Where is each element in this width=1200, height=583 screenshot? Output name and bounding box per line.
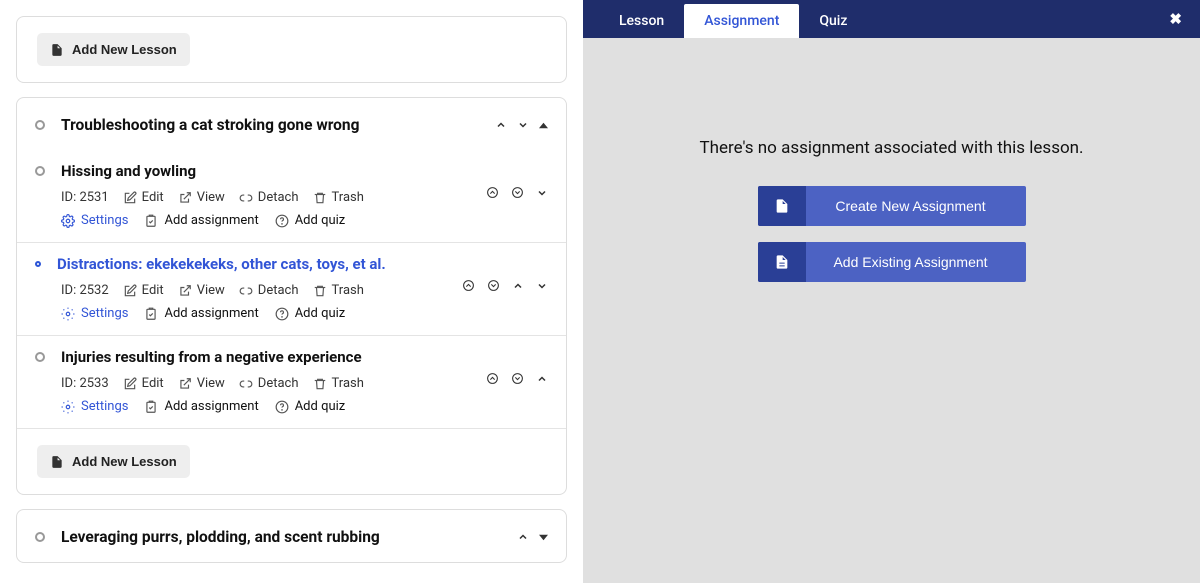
detach-action[interactable]: Detach — [239, 283, 299, 298]
chevron-down-icon[interactable] — [517, 119, 529, 131]
lesson-id: ID: 2531 — [61, 190, 109, 205]
edit-action[interactable]: Edit — [123, 190, 164, 205]
chevron-up-icon[interactable] — [512, 280, 524, 292]
unlink-icon — [239, 191, 253, 205]
trash-icon — [313, 284, 327, 298]
section-header[interactable]: Leveraging purrs, plodding, and scent ru… — [17, 510, 566, 562]
lesson-title[interactable]: Distractions: ekekekekeks, other cats, t… — [57, 255, 386, 273]
detach-action[interactable]: Detach — [239, 376, 299, 391]
file-plus-icon — [50, 455, 64, 469]
tab-assignment[interactable]: Assignment — [684, 4, 799, 38]
add-assignment-action[interactable]: Add assignment — [144, 399, 258, 414]
pencil-icon — [123, 191, 137, 205]
move-bottom-icon[interactable] — [487, 279, 500, 292]
view-action[interactable]: View — [178, 376, 225, 391]
lesson-id: ID: 2532 — [61, 283, 109, 298]
pencil-icon — [123, 377, 137, 391]
file-plus-icon — [50, 43, 64, 57]
left-panel: Add New Lesson Troubleshooting a cat str… — [0, 0, 583, 583]
move-top-icon[interactable] — [486, 186, 499, 199]
caret-down-icon[interactable] — [539, 533, 548, 542]
chevron-down-icon[interactable] — [536, 280, 548, 292]
chevron-up-icon[interactable] — [495, 119, 507, 131]
add-new-lesson-button[interactable]: Add New Lesson — [37, 445, 190, 478]
clipboard-check-icon — [144, 400, 158, 414]
add-assignment-action[interactable]: Add assignment — [144, 213, 258, 228]
section-bullet-icon — [35, 532, 45, 542]
trash-action[interactable]: Trash — [313, 190, 364, 205]
move-top-icon[interactable] — [462, 279, 475, 292]
move-bottom-icon[interactable] — [511, 186, 524, 199]
settings-action[interactable]: Settings — [61, 306, 128, 321]
lesson-item: Hissing and yowling ID: 2531 Edit View D… — [17, 150, 566, 242]
trash-icon — [313, 377, 327, 391]
file-lines-icon — [758, 242, 806, 282]
move-top-icon[interactable] — [486, 372, 499, 385]
chevron-up-icon[interactable] — [536, 373, 548, 385]
right-panel: Lesson Assignment Quiz ✖ There's no assi… — [583, 0, 1200, 583]
settings-action[interactable]: Settings — [61, 399, 128, 414]
add-quiz-action[interactable]: Add quiz — [275, 306, 346, 321]
question-icon — [275, 214, 289, 228]
question-icon — [275, 307, 289, 321]
section-title: Leveraging purrs, plodding, and scent ru… — [61, 528, 517, 546]
lesson-bullet-icon — [35, 166, 45, 176]
existing-assignment-label: Add Existing Assignment — [806, 254, 1026, 270]
create-new-assignment-button[interactable]: Create New Assignment — [758, 186, 1026, 226]
section-bullet-icon — [35, 120, 45, 130]
unlink-icon — [239, 377, 253, 391]
lesson-item: Injuries resulting from a negative exper… — [17, 335, 566, 428]
gear-icon — [61, 400, 75, 414]
edit-action[interactable]: Edit — [123, 283, 164, 298]
tab-quiz[interactable]: Quiz — [799, 4, 867, 38]
lesson-bullet-icon — [35, 352, 45, 362]
gear-icon — [61, 307, 75, 321]
question-icon — [275, 400, 289, 414]
lesson-title[interactable]: Injuries resulting from a negative exper… — [61, 348, 362, 366]
add-lesson-label: Add New Lesson — [72, 454, 177, 469]
add-new-lesson-button[interactable]: Add New Lesson — [37, 33, 190, 66]
external-link-icon — [178, 377, 192, 391]
section-header[interactable]: Troubleshooting a cat stroking gone wron… — [17, 98, 566, 150]
trash-icon — [313, 191, 327, 205]
view-action[interactable]: View — [178, 190, 225, 205]
external-link-icon — [178, 284, 192, 298]
lesson-id: ID: 2533 — [61, 376, 109, 391]
add-assignment-action[interactable]: Add assignment — [144, 306, 258, 321]
add-lesson-label: Add New Lesson — [72, 42, 177, 57]
assignment-panel-body: There's no assignment associated with th… — [583, 38, 1200, 583]
trash-action[interactable]: Trash — [313, 283, 364, 298]
gear-icon — [61, 214, 75, 228]
section-title: Troubleshooting a cat stroking gone wron… — [61, 116, 495, 134]
clipboard-check-icon — [144, 214, 158, 228]
chevron-up-icon[interactable] — [517, 531, 529, 543]
external-link-icon — [178, 191, 192, 205]
empty-state-text: There's no assignment associated with th… — [699, 138, 1083, 158]
lesson-item: Distractions: ekekekekeks, other cats, t… — [17, 242, 566, 335]
create-assignment-label: Create New Assignment — [806, 198, 1026, 214]
clipboard-check-icon — [144, 307, 158, 321]
lesson-bullet-icon — [35, 261, 41, 267]
view-action[interactable]: View — [178, 283, 225, 298]
tab-bar: Lesson Assignment Quiz ✖ — [583, 0, 1200, 38]
chevron-down-icon[interactable] — [536, 187, 548, 199]
add-quiz-action[interactable]: Add quiz — [275, 399, 346, 414]
section-troubleshooting: Troubleshooting a cat stroking gone wron… — [16, 97, 567, 495]
add-quiz-action[interactable]: Add quiz — [275, 213, 346, 228]
caret-up-icon[interactable] — [539, 121, 548, 130]
settings-action[interactable]: Settings — [61, 213, 128, 228]
card-add-top: Add New Lesson — [16, 16, 567, 83]
section-leveraging: Leveraging purrs, plodding, and scent ru… — [16, 509, 567, 563]
close-icon[interactable]: ✖ — [1169, 10, 1182, 28]
detach-action[interactable]: Detach — [239, 190, 299, 205]
pencil-icon — [123, 284, 137, 298]
lesson-title[interactable]: Hissing and yowling — [61, 162, 196, 180]
unlink-icon — [239, 284, 253, 298]
add-existing-assignment-button[interactable]: Add Existing Assignment — [758, 242, 1026, 282]
file-blank-icon — [758, 186, 806, 226]
edit-action[interactable]: Edit — [123, 376, 164, 391]
move-bottom-icon[interactable] — [511, 372, 524, 385]
tab-lesson[interactable]: Lesson — [599, 4, 684, 38]
trash-action[interactable]: Trash — [313, 376, 364, 391]
